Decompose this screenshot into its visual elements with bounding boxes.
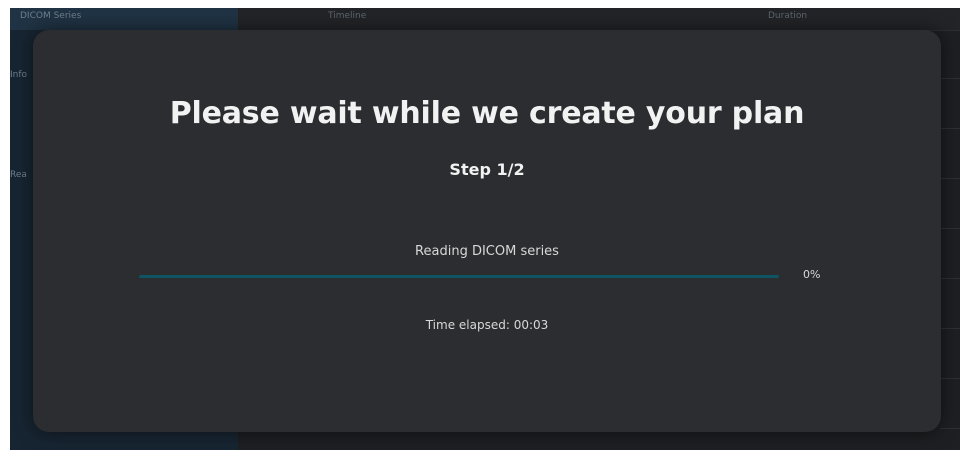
row-divider bbox=[940, 328, 960, 329]
row-divider bbox=[940, 178, 960, 179]
progress-percent: 0% bbox=[803, 268, 821, 281]
row-divider bbox=[940, 78, 960, 79]
row-divider bbox=[940, 128, 960, 129]
column-header-duration[interactable]: Duration bbox=[768, 11, 807, 21]
step-indicator: Step 1/2 bbox=[449, 160, 525, 179]
time-elapsed: Time elapsed: 00:03 bbox=[425, 318, 549, 332]
progress-dialog: Please wait while we create your plan St… bbox=[33, 30, 941, 432]
row-divider bbox=[940, 378, 960, 379]
sidebar-rea-label: Rea bbox=[10, 170, 27, 180]
row-divider bbox=[940, 228, 960, 229]
progress-bar bbox=[139, 275, 779, 278]
sidebar-title: DICOM Series bbox=[20, 11, 82, 21]
column-header-timeline[interactable]: Timeline bbox=[328, 11, 366, 21]
row-divider bbox=[940, 428, 960, 429]
app-window: DICOM Series Info Rea Timeline Duration … bbox=[10, 8, 960, 450]
task-label: Reading DICOM series bbox=[415, 244, 559, 259]
row-divider bbox=[940, 278, 960, 279]
dialog-title: Please wait while we create your plan bbox=[169, 96, 805, 131]
sidebar-header: DICOM Series bbox=[10, 8, 238, 30]
sidebar-info-label: Info bbox=[10, 70, 28, 80]
table-header: Timeline Duration bbox=[238, 8, 960, 31]
